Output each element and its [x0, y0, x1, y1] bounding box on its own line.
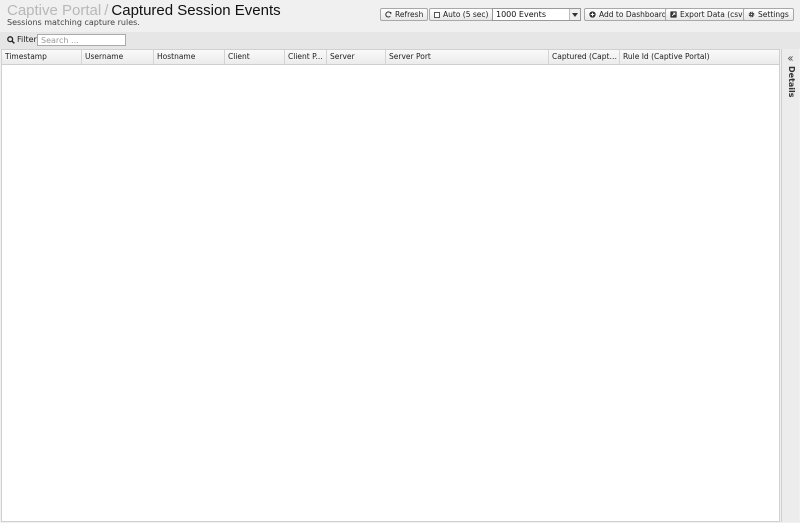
grid-header: Timestamp Username Hostname Client Clien… — [2, 50, 779, 65]
column-header-captured[interactable]: Captured (Captiv... — [549, 50, 620, 64]
filter-search-input[interactable] — [37, 34, 126, 46]
add-to-dashboard-button[interactable]: Add to Dashboard — [584, 8, 672, 21]
chevron-left-icon[interactable] — [786, 54, 795, 63]
column-header-username[interactable]: Username — [82, 50, 154, 64]
column-header-rule-id[interactable]: Rule Id (Captive Portal) — [620, 50, 779, 64]
column-header-client[interactable]: Client — [225, 50, 285, 64]
column-header-client-port[interactable]: Client P... — [285, 50, 327, 64]
column-header-server-port[interactable]: Server Port — [386, 50, 549, 64]
refresh-button[interactable]: Refresh — [380, 8, 429, 21]
breadcrumb-parent[interactable]: Captive Portal — [7, 2, 101, 19]
chevron-down-icon[interactable] — [569, 9, 580, 20]
search-icon — [7, 35, 15, 44]
events-limit-select[interactable]: 1000 Events — [492, 8, 581, 21]
column-header-hostname[interactable]: Hostname — [154, 50, 225, 64]
events-grid: Timestamp Username Hostname Client Clien… — [1, 49, 780, 522]
settings-button[interactable]: Settings — [743, 8, 794, 21]
column-header-timestamp[interactable]: Timestamp — [2, 50, 82, 64]
grid-body — [2, 65, 779, 521]
page-header: Captive Portal / Captured Session Events S… — [0, 0, 800, 32]
page-subtitle: Sessions matching capture rules. — [7, 18, 140, 27]
export-data-label: Export Data (csv) — [680, 10, 746, 19]
events-limit-value: 1000 Events — [496, 10, 546, 19]
settings-label: Settings — [758, 10, 789, 19]
refresh-label: Refresh — [395, 10, 424, 19]
filter-label: Filter — [17, 35, 37, 44]
details-panel[interactable]: Details — [781, 49, 799, 522]
filter-bar: Filter — [0, 32, 800, 49]
plus-circle-icon — [589, 11, 596, 18]
auto-refresh-checkbox[interactable] — [434, 11, 440, 18]
export-data-button[interactable]: Export Data (csv) — [665, 8, 751, 21]
breadcrumb-separator: / — [104, 2, 109, 19]
refresh-icon — [385, 11, 392, 18]
filter-label-group: Filter — [7, 35, 37, 44]
add-to-dashboard-label: Add to Dashboard — [599, 10, 667, 19]
column-header-server[interactable]: Server — [327, 50, 386, 64]
details-panel-label[interactable]: Details — [787, 66, 796, 98]
gear-icon — [748, 11, 755, 18]
auto-refresh-label: Auto (5 sec) — [443, 10, 489, 19]
breadcrumb-current: Captured Session Events — [111, 2, 281, 19]
export-icon — [670, 11, 677, 18]
auto-refresh-toggle[interactable]: Auto (5 sec) — [429, 8, 494, 21]
